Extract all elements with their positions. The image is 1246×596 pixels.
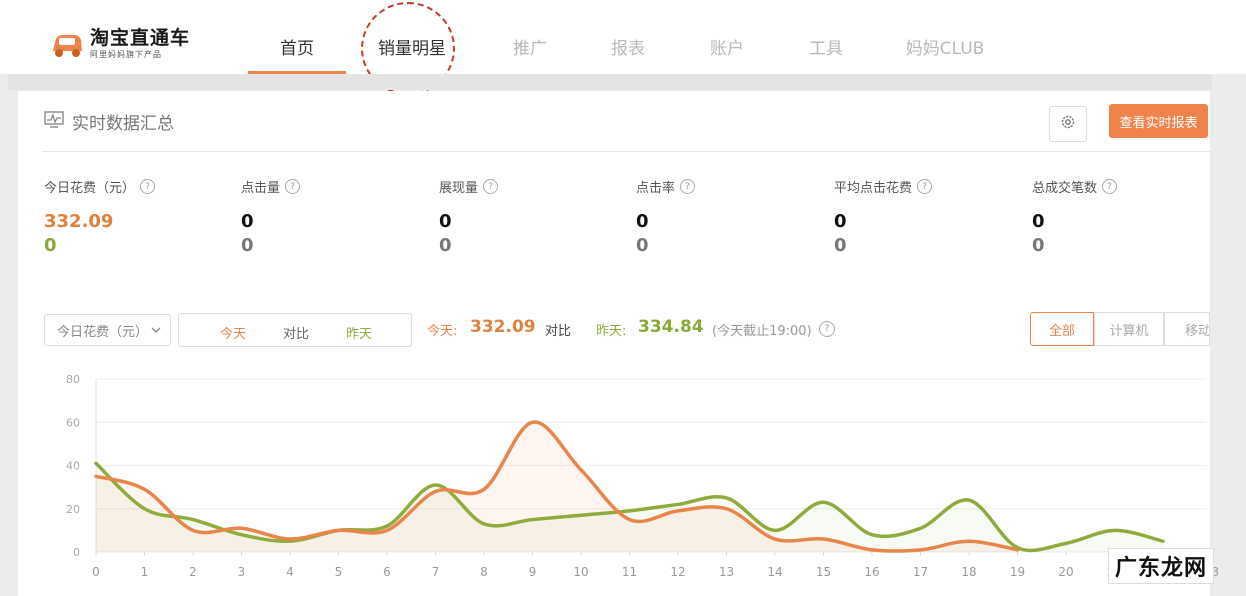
y-tick-label: 20 bbox=[66, 503, 80, 516]
x-tick-label: 0 bbox=[92, 565, 100, 579]
x-tick-label: 17 bbox=[913, 565, 928, 579]
x-tick-label: 14 bbox=[767, 565, 782, 579]
watermark: 广东龙网 bbox=[1108, 548, 1214, 584]
x-tick-label: 10 bbox=[573, 565, 588, 579]
x-tick-label: 4 bbox=[286, 565, 294, 579]
y-tick-label: 60 bbox=[66, 416, 80, 429]
x-tick-label: 19 bbox=[1010, 565, 1025, 579]
spend-line-chart: 0204060800 1 2 3 4 5 6 7 8 9 10 11 12 13 14 15 16 17 18 19 2… bbox=[66, 373, 1219, 579]
x-tick-label: 15 bbox=[816, 565, 831, 579]
x-tick-label: 12 bbox=[670, 565, 685, 579]
y-tick-label: 0 bbox=[73, 546, 80, 559]
y-tick-label: 40 bbox=[66, 460, 80, 473]
x-tick-label: 5 bbox=[335, 565, 343, 579]
x-tick-label: 20 bbox=[1058, 565, 1073, 579]
x-tick-label: 1 bbox=[141, 565, 149, 579]
x-tick-label: 9 bbox=[529, 565, 537, 579]
x-tick-label: 16 bbox=[864, 565, 879, 579]
y-tick-label: 80 bbox=[66, 373, 80, 386]
x-tick-label: 3 bbox=[238, 565, 246, 579]
x-tick-label: 2 bbox=[189, 565, 197, 579]
x-tick-label: 13 bbox=[719, 565, 734, 579]
x-tick-label: 7 bbox=[432, 565, 440, 579]
x-tick-label: 6 bbox=[383, 565, 391, 579]
x-tick-label: 8 bbox=[480, 565, 488, 579]
x-tick-label: 18 bbox=[961, 565, 976, 579]
x-tick-label: 11 bbox=[622, 565, 637, 579]
